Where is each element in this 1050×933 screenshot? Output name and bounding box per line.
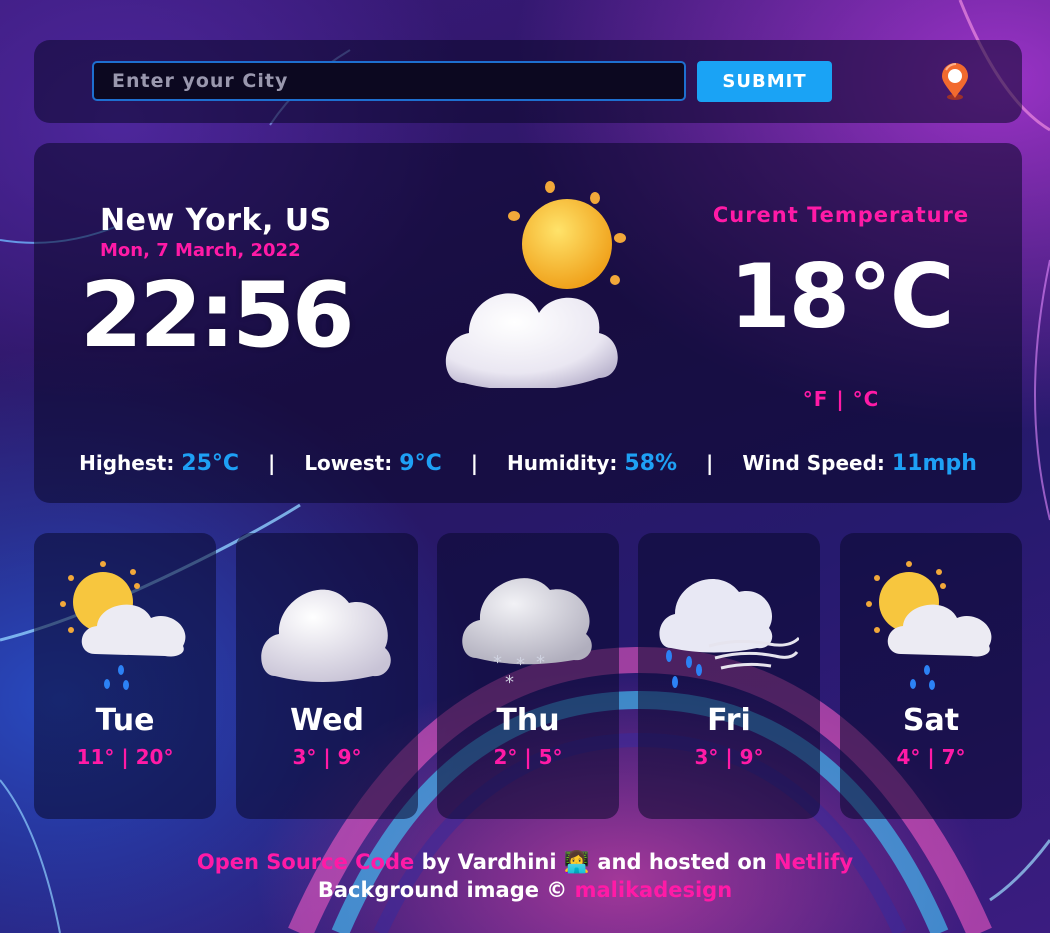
location-pin-icon[interactable] (934, 60, 976, 102)
city-search-input[interactable] (92, 61, 686, 101)
forecast-temps: 3° | 9° (292, 745, 362, 769)
city-name: New York, US (100, 203, 332, 238)
forecast-temps: 3° | 9° (694, 745, 764, 769)
current-weather-panel: New York, US Mon, 7 March, 2022 22:56 Cu… (34, 143, 1022, 503)
temperature-label: Curent Temperature (712, 203, 970, 227)
sun-cloud-rain-icon (55, 558, 195, 698)
highest-label: Highest: (79, 451, 175, 475)
cloud-icon (257, 558, 397, 698)
sun-cloud-rain-icon (861, 558, 1001, 698)
fahrenheit-toggle[interactable]: °F (803, 387, 829, 411)
stats-separator: | (706, 451, 714, 475)
background-credit-text: Background image © (317, 878, 575, 902)
hosted-text: and hosted on (590, 850, 775, 874)
technologist-emoji-icon: 👩‍💻 (563, 850, 591, 874)
source-code-link[interactable]: Open Source Code (197, 850, 414, 874)
forecast-temps: 4° | 7° (896, 745, 966, 769)
forecast-card-thu: * * * * Thu 2° | 5° (437, 533, 619, 819)
weather-stats: Highest: 25°C | Lowest: 9°C | Humidity: … (34, 451, 1022, 476)
forecast-day: Wed (290, 703, 364, 738)
unit-toggle: °F | °C (706, 387, 976, 411)
svg-text:*: * (536, 652, 545, 673)
unit-separator: | (836, 387, 845, 411)
svg-text:*: * (493, 652, 502, 673)
stats-separator: | (268, 451, 276, 475)
author-text: by Vardhini (414, 850, 564, 874)
forecast-card-sat: Sat 4° | 7° (840, 533, 1022, 819)
malikadesign-link[interactable]: malikadesign (575, 878, 733, 902)
forecast-card-fri: Fri 3° | 9° (638, 533, 820, 819)
footer-background-credit: Background image © malikadesign (0, 876, 1050, 904)
search-bar: SUBMIT (34, 40, 1022, 123)
celsius-toggle[interactable]: °C (853, 387, 880, 411)
wind-speed-label: Wind Speed: (742, 451, 885, 475)
forecast-temps: 11° | 20° (76, 745, 174, 769)
forecast-day: Thu (496, 703, 560, 738)
stats-separator: | (470, 451, 479, 475)
forecast-card-wed: Wed 3° | 9° (236, 533, 418, 819)
footer-credit-line: Open Source Code by Vardhini 👩‍💻 and hos… (0, 848, 1050, 876)
forecast-card-tue: Tue 11° | 20° (34, 533, 216, 819)
footer: Open Source Code by Vardhini 👩‍💻 and hos… (0, 848, 1050, 904)
highest-value: 25°C (181, 451, 240, 476)
lowest-label: Lowest: (304, 451, 393, 475)
forecast-day: Sat (902, 703, 960, 738)
partly-cloudy-icon (439, 178, 629, 390)
submit-button[interactable]: SUBMIT (697, 61, 832, 102)
forecast-temps: 2° | 5° (493, 745, 563, 769)
lowest-value: 9°C (399, 451, 442, 476)
forecast-day: Fri (707, 703, 751, 738)
svg-text:*: * (516, 654, 525, 675)
current-temperature: 18°C (729, 245, 954, 348)
humidity-label: Humidity: (506, 451, 618, 475)
netlify-link[interactable]: Netlify (774, 850, 853, 874)
svg-text:*: * (505, 672, 514, 693)
current-date: Mon, 7 March, 2022 (100, 240, 301, 261)
cloud-wind-rain-icon (659, 558, 801, 698)
wind-speed-value: 11mph (891, 451, 977, 476)
cloud-snow-icon: * * * * (458, 558, 598, 698)
forecast-day: Tue (95, 703, 155, 738)
current-time: 22:56 (80, 263, 354, 368)
humidity-value: 58% (624, 451, 678, 476)
